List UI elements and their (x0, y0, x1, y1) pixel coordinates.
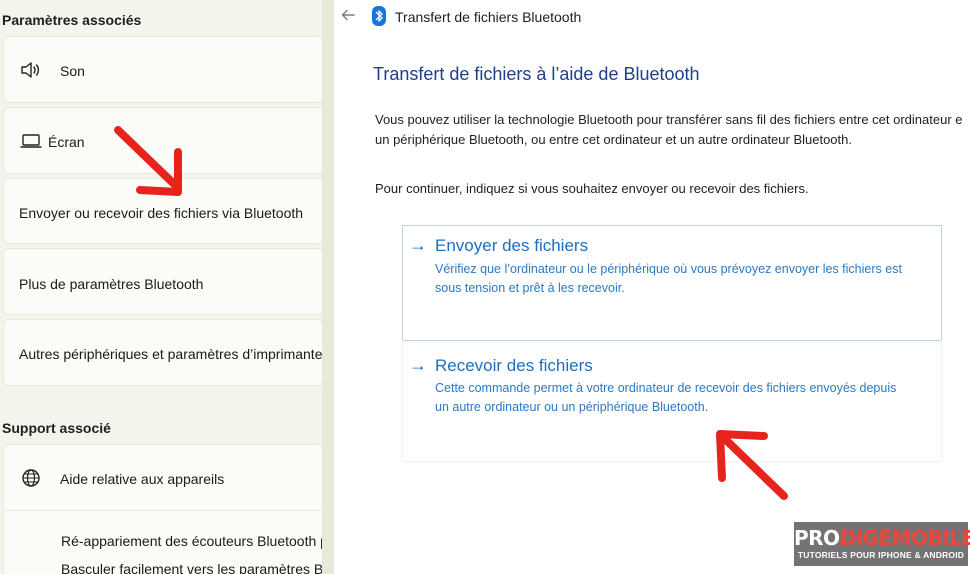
logo-brand-highlight: DIGEMOBILE (839, 526, 970, 550)
other-devices-printers-label: Autres périphériques et paramètres d’imp… (19, 346, 323, 362)
send-desc-line: Vérifiez que l’ordinateur ou le périphér… (435, 262, 902, 276)
support-link[interactable]: Basculer facilement vers les paramètres … (61, 561, 334, 574)
sound-settings-item[interactable]: Son (3, 36, 323, 103)
send-desc-line: sous tension et prêt à les recevoir. (435, 281, 625, 295)
prodigemobile-logo: PRODIGEMOBILE TUTORIELS POUR IPHONE & AN… (794, 522, 970, 566)
send-files-description: Vérifiez que l’ordinateur ou le périphér… (435, 260, 902, 298)
more-bluetooth-settings-item[interactable]: Plus de paramètres Bluetooth (3, 248, 323, 315)
back-arrow-icon[interactable] (340, 7, 358, 25)
intro-text-line: un périphérique Bluetooth, ou entre cet … (375, 132, 852, 147)
page-heading: Transfert de fichiers à l’aide de Blueto… (373, 64, 700, 84)
display-label: Écran (48, 134, 85, 150)
sound-label: Son (60, 63, 85, 79)
receive-files-description: Cette commande permet à votre ordinateur… (435, 379, 896, 417)
receive-files-title: Recevoir des fichiers (435, 355, 593, 375)
logo-brand-part: PRO (794, 526, 840, 550)
annotation-arrow-icon (114, 126, 182, 196)
speaker-icon (20, 59, 42, 81)
arrow-right-icon: → (409, 355, 427, 375)
receive-files-heading: → Recevoir des fichiers (409, 355, 593, 376)
receive-desc-line: un autre ordinateur ou un périphérique B… (435, 400, 709, 414)
related-settings-title: Paramètres associés (2, 12, 142, 28)
annotation-arrow-icon (716, 430, 788, 500)
related-support-title: Support associé (2, 420, 111, 436)
other-devices-printers-item[interactable]: Autres périphériques et paramètres d’imp… (3, 319, 323, 386)
monitor-icon (20, 130, 42, 152)
bluetooth-file-transfer-window: Transfert de fichiers Bluetooth Transfer… (334, 0, 970, 574)
window-title: Transfert de fichiers Bluetooth (395, 9, 582, 25)
logo-brand: PRODIGEMOBILE (794, 526, 970, 550)
device-help-item[interactable]: Aide relative aux appareils (3, 444, 323, 511)
receive-files-option[interactable]: → Recevoir des fichiers Cette commande p… (402, 342, 942, 462)
logo-tagline: TUTORIELS POUR IPHONE & ANDROID (797, 550, 965, 560)
receive-desc-line: Cette commande permet à votre ordinateur… (435, 381, 897, 395)
support-link[interactable]: Ré-appariement des écouteurs Bluetooth p (61, 533, 328, 549)
send-files-title: Envoyer des fichiers (435, 235, 589, 255)
continue-instruction: Pour continuer, indiquez si vous souhait… (375, 181, 809, 196)
send-files-option[interactable]: → Envoyer des fichiers Vérifiez que l’or… (402, 225, 942, 341)
intro-text-line: Vous pouvez utiliser la technologie Blue… (375, 112, 963, 127)
device-help-label: Aide relative aux appareils (60, 471, 225, 487)
arrow-right-icon: → (409, 235, 427, 255)
bluetooth-file-transfer-label: Envoyer ou recevoir des fichiers via Blu… (19, 205, 304, 221)
send-files-heading: → Envoyer des fichiers (409, 235, 588, 256)
globe-icon (20, 467, 42, 489)
more-bluetooth-settings-label: Plus de paramètres Bluetooth (19, 276, 204, 292)
related-settings-pane: Paramètres associés Son Écran Envoyer ou… (0, 0, 334, 574)
bluetooth-icon (372, 6, 386, 26)
